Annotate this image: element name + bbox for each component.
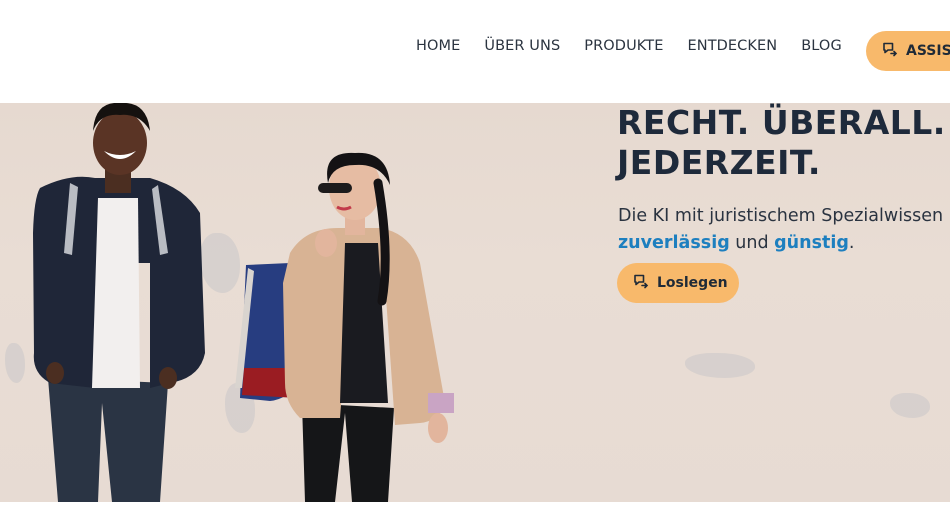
chat-arrow-icon	[633, 273, 649, 294]
chat-arrow-icon	[882, 41, 898, 62]
get-started-button[interactable]: Loslegen	[617, 263, 739, 303]
subtitle-suffix: .	[848, 233, 855, 253]
bottom-strip	[0, 502, 950, 527]
hero-photo	[33, 103, 454, 502]
nav-about[interactable]: ÜBER UNS	[484, 38, 560, 54]
highlight-affordable: günstig	[774, 233, 849, 253]
hero-subtitle: Die KI mit juristischem Spezialwissen zu…	[618, 203, 950, 257]
site-header: HOME ÜBER UNS PRODUKTE ENTDECKEN BLOG AS…	[0, 0, 950, 103]
subtitle-connector: und	[729, 233, 775, 253]
hero-subtitle-text: Die KI mit juristischem Spezialwissen	[618, 206, 944, 226]
highlight-reliable: zuverlässig	[618, 233, 730, 253]
woman-figure	[235, 152, 454, 502]
hero-section: RECHT. ÜBERALL. JEDERZEIT. Die KI mit ju…	[0, 103, 950, 502]
hero-title: RECHT. ÜBERALL. JEDERZEIT.	[617, 103, 946, 182]
assistant-button[interactable]: ASSIS	[866, 31, 950, 71]
nav-blog[interactable]: BLOG	[801, 38, 842, 54]
assistant-button-label: ASSIS	[906, 43, 950, 59]
nav-home[interactable]: HOME	[416, 38, 460, 54]
get-started-label: Loslegen	[657, 275, 728, 291]
man-figure	[33, 103, 205, 502]
nav-products[interactable]: PRODUKTE	[584, 38, 663, 54]
nav-discover[interactable]: ENTDECKEN	[687, 38, 777, 54]
main-nav: HOME ÜBER UNS PRODUKTE ENTDECKEN BLOG	[416, 38, 842, 54]
